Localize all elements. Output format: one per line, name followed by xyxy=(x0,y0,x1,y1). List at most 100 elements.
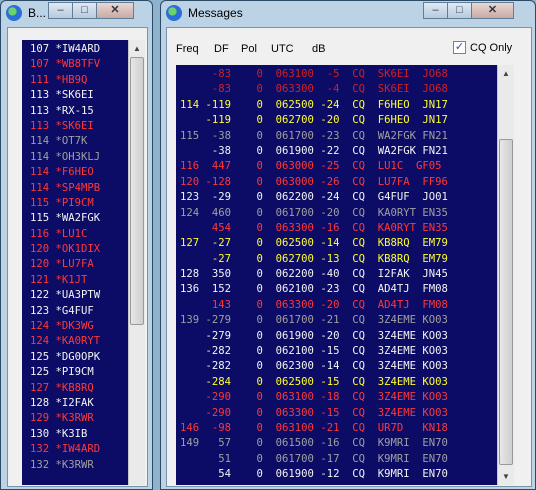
band-list-item[interactable]: 122 *UA3PTW xyxy=(30,288,128,303)
scroll-thumb[interactable] xyxy=(499,139,513,465)
message-row[interactable]: -119 0 062700 -20 CQ F6HEO JN17 xyxy=(180,113,497,128)
band-list-item[interactable]: 113 *SK6EI xyxy=(30,119,128,134)
band-frequency: 124 xyxy=(30,335,50,348)
band-list-item[interactable]: 114 *OT7K xyxy=(30,134,128,149)
band-callsign: *G4FUF xyxy=(55,304,94,317)
band-list-item[interactable]: 114 *F6HEO xyxy=(30,165,128,180)
band-frequency: 125 xyxy=(30,350,50,363)
message-row[interactable]: 114 -119 0 062500 -24 CQ F6HEO JN17 xyxy=(180,98,497,113)
message-row[interactable]: -290 0 063100 -18 CQ 3Z4EME KO03 xyxy=(180,390,497,405)
message-row[interactable]: 123 -29 0 062200 -24 CQ G4FUF JO01 xyxy=(180,190,497,205)
minimize-button[interactable]: – xyxy=(423,2,448,19)
band-callsign: *SP4MPB xyxy=(55,181,101,194)
band-callsign: *RX-15 xyxy=(55,104,94,117)
band-list-item[interactable]: 125 *PI9CM xyxy=(30,365,128,380)
band-list-item[interactable]: 115 *PI9CM xyxy=(30,196,128,211)
band-frequency: 122 xyxy=(30,289,50,302)
message-row[interactable]: 139 -279 0 061700 -21 CQ 3Z4EME KO03 xyxy=(180,313,497,328)
band-list-item[interactable]: 128 *I2FAK xyxy=(30,396,128,411)
maximize-button[interactable]: □ xyxy=(447,2,472,19)
band-list-item[interactable]: 111 *HB9Q xyxy=(30,73,128,88)
band-callsign: *F6HEO xyxy=(55,166,94,179)
close-button[interactable]: ✕ xyxy=(471,2,514,19)
band-frequency: 114 xyxy=(30,150,50,163)
message-row[interactable]: 124 460 0 061700 -20 CQ KA0RYT EN35 xyxy=(180,206,497,221)
band-callsign: *SK6EI xyxy=(55,119,94,132)
band-callsign: *K3IB xyxy=(55,427,88,440)
maximize-button[interactable]: □ xyxy=(72,2,97,19)
db-column-header: dB xyxy=(312,43,326,55)
message-row[interactable]: -27 0 062700 -13 CQ KB8RQ EM79 xyxy=(180,252,497,267)
band-frequency: 125 xyxy=(30,366,50,379)
band-list-item[interactable]: 129 *K3RWR xyxy=(30,411,128,426)
message-row[interactable]: 54 0 061900 -12 CQ K9MRI EN70 xyxy=(180,467,497,482)
message-row[interactable]: -282 0 062100 -15 CQ 3Z4EME KO03 xyxy=(180,344,497,359)
scroll-thumb[interactable] xyxy=(130,57,144,325)
band-list-item[interactable]: 124 *KA0RYT xyxy=(30,334,128,349)
minimize-button[interactable]: – xyxy=(48,2,73,19)
band-list-item[interactable]: 132 *IW4ARD xyxy=(30,442,128,457)
message-row[interactable]: -38 0 061900 -22 CQ WA2FGK FN21 xyxy=(180,144,497,159)
band-callsign-list[interactable]: 107 *IW4ARD 107 *WB8TFV 111 *HB9Q 113 *SK6E… xyxy=(22,40,128,485)
band-list-item[interactable]: 116 *LU1C xyxy=(30,227,128,242)
band-frequency: 113 xyxy=(30,89,50,102)
messages-scrollbar[interactable]: ▲ ▼ xyxy=(497,65,514,485)
message-row[interactable]: -290 0 063300 -15 CQ 3Z4EME KO03 xyxy=(180,406,497,421)
scroll-up-arrow-icon[interactable]: ▲ xyxy=(498,65,514,82)
band-list-item[interactable]: 115 *WA2FGK xyxy=(30,211,128,226)
band-frequency: 120 xyxy=(30,243,50,256)
message-row[interactable]: 143 0 063300 -20 CQ AD4TJ FM08 xyxy=(180,298,497,313)
band-list-item[interactable]: 107 *IW4ARD xyxy=(30,42,128,57)
band-list-item[interactable]: 123 *G4FUF xyxy=(30,304,128,319)
band-frequency: 107 xyxy=(30,58,50,71)
message-row[interactable]: 146 -98 0 063100 -21 CQ UR7D KN18 xyxy=(180,421,497,436)
band-frequency: 116 xyxy=(30,227,50,240)
band-frequency: 132 xyxy=(30,458,50,471)
message-row[interactable]: 136 152 0 062100 -23 CQ AD4TJ FM08 xyxy=(180,282,497,297)
band-callsign: *K3RWR xyxy=(55,412,94,425)
band-list-item[interactable]: 120 *LU7FA xyxy=(30,257,128,272)
scroll-down-arrow-icon[interactable]: ▼ xyxy=(498,468,514,485)
message-row[interactable]: 120 -128 0 063000 -26 CQ LU7FA FF96 xyxy=(180,175,497,190)
band-callsign: *WA2FGK xyxy=(55,212,101,225)
band-callsign: *IW4ARD xyxy=(55,43,101,55)
band-list-item[interactable]: 130 *K3IB xyxy=(30,427,128,442)
message-row[interactable]: 454 0 063300 -16 CQ KA0RYT EN35 xyxy=(180,221,497,236)
band-list-item[interactable]: 107 *WB8TFV xyxy=(30,57,128,72)
message-row[interactable]: -284 0 062500 -15 CQ 3Z4EME KO03 xyxy=(180,375,497,390)
message-row[interactable]: -279 0 061900 -20 CQ 3Z4EME KO03 xyxy=(180,329,497,344)
band-callsign: *LU1C xyxy=(55,227,88,240)
band-list-item[interactable]: 127 *KB8RQ xyxy=(30,381,128,396)
band-list-item[interactable]: 121 *K1JT xyxy=(30,273,128,288)
cq-only-label: CQ Only xyxy=(470,41,513,54)
freq-column-header: Freq xyxy=(176,43,199,55)
band-list-item[interactable]: 113 *RX-15 xyxy=(30,104,128,119)
band-callsign: *OK1DIX xyxy=(55,243,101,256)
band-list-item[interactable]: 114 *SP4MPB xyxy=(30,181,128,196)
message-row[interactable]: -282 0 062300 -14 CQ 3Z4EME KO03 xyxy=(180,359,497,374)
message-row[interactable]: 115 -38 0 061700 -23 CQ WA2FGK FN21 xyxy=(180,129,497,144)
messages-list[interactable]: -83 0 063100 -5 CQ SK6EI JO68 -83 0 0633… xyxy=(176,65,497,485)
band-frequency: 129 xyxy=(30,412,50,425)
message-row[interactable]: -83 0 063100 -5 CQ SK6EI JO68 xyxy=(180,67,497,82)
band-list-item[interactable]: 124 *DK3WG xyxy=(30,319,128,334)
band-map-scrollbar[interactable]: ▲ xyxy=(128,40,145,485)
message-row[interactable]: 128 350 0 062200 -40 CQ I2FAK JN45 xyxy=(180,267,497,282)
band-map-client: 107 *IW4ARD 107 *WB8TFV 111 *HB9Q 113 *SK6E… xyxy=(7,27,148,487)
message-row[interactable]: 127 -27 0 062500 -14 CQ KB8RQ EM79 xyxy=(180,236,497,251)
message-row[interactable]: 149 57 0 061500 -16 CQ K9MRI EN70 xyxy=(180,436,497,451)
message-row[interactable]: -83 0 063300 -4 CQ SK6EI JO68 xyxy=(180,82,497,97)
band-frequency: 120 xyxy=(30,258,50,271)
close-button[interactable]: ✕ xyxy=(96,2,134,19)
message-row[interactable]: 51 0 061700 -17 CQ K9MRI EN70 xyxy=(180,452,497,467)
band-list-item[interactable]: 113 *SK6EI xyxy=(30,88,128,103)
band-list-item[interactable]: 132 *K3RWR xyxy=(30,458,128,473)
message-row[interactable]: 116 447 0 063000 -25 CQ LU1C GF05 xyxy=(180,159,497,174)
cq-only-checkbox[interactable]: ✓ CQ Only xyxy=(453,41,512,54)
scroll-up-arrow-icon[interactable]: ▲ xyxy=(129,40,145,57)
band-frequency: 114 xyxy=(30,166,50,179)
band-list-item[interactable]: 114 *OH3KLJ xyxy=(30,150,128,165)
band-callsign: *K3RWR xyxy=(55,458,94,471)
band-list-item[interactable]: 125 *DG0OPK xyxy=(30,350,128,365)
band-list-item[interactable]: 120 *OK1DIX xyxy=(30,242,128,257)
